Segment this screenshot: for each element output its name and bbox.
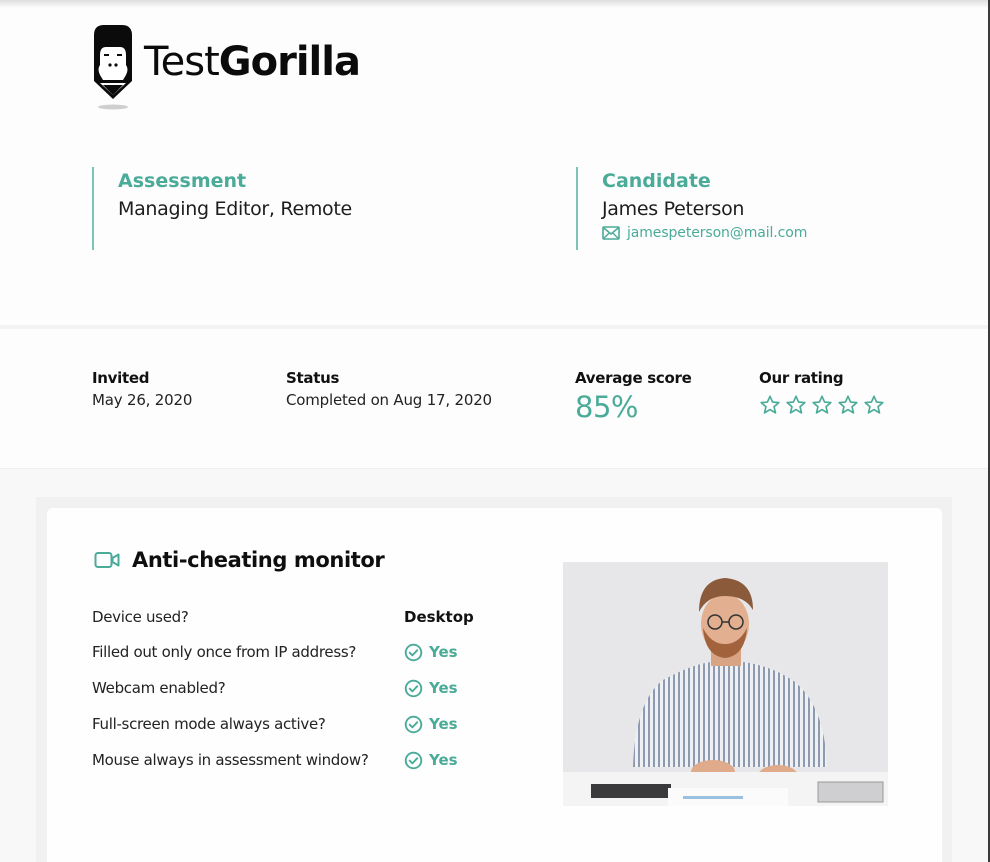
anti-cheating-list: Device used? Desktop Filled out only once … [92, 604, 512, 778]
average-score-value: 85% [575, 390, 638, 424]
brand-wordmark: TestGorilla [144, 39, 361, 85]
check-answer: Yes [404, 715, 458, 734]
star-icon[interactable] [863, 394, 885, 416]
rating-stat: Our rating [759, 368, 885, 416]
check-answer-text: Yes [429, 679, 458, 697]
star-icon[interactable] [837, 394, 859, 416]
candidate-label: Candidate [602, 170, 711, 192]
check-answer-text: Yes [429, 751, 458, 769]
check-circle-icon [404, 715, 423, 733]
star-icon[interactable] [811, 394, 833, 416]
anti-cheating-header: Anti-cheating monitor [94, 548, 385, 572]
candidate-name: James Peterson [602, 198, 745, 220]
candidate-block: Candidate James Peterson jamespeterson@m… [576, 167, 906, 250]
check-answer: Yes [404, 751, 458, 770]
check-circle-icon [404, 679, 423, 697]
assessment-block: Assessment Managing Editor, Remote [92, 167, 522, 250]
star-rating[interactable] [759, 394, 885, 416]
status-stat: Status Completed on Aug 17, 2020 [286, 368, 492, 412]
envelope-icon [602, 226, 620, 240]
check-circle-icon [404, 751, 423, 769]
check-answer-text: Yes [429, 715, 458, 733]
check-question: Device used? [92, 608, 189, 626]
check-answer: Yes [404, 643, 458, 662]
top-shadow [0, 0, 990, 8]
check-question: Webcam enabled? [92, 679, 226, 697]
anti-cheating-row: Full-screen mode always active? Yes [92, 706, 512, 742]
assessment-value: Managing Editor, Remote [118, 198, 352, 220]
check-answer: Desktop [404, 608, 474, 626]
invited-value: May 26, 2020 [92, 391, 193, 409]
star-icon[interactable] [759, 394, 781, 416]
brand-logo: TestGorilla [92, 25, 361, 111]
check-circle-icon [404, 643, 423, 661]
candidate-webcam-photo [563, 562, 888, 806]
video-camera-icon [94, 552, 120, 568]
status-value: Completed on Aug 17, 2020 [286, 391, 492, 409]
candidate-email-row[interactable]: jamespeterson@mail.com [602, 225, 906, 241]
check-answer-text: Desktop [404, 608, 474, 626]
anti-cheating-row: Filled out only once from IP address? Yes [92, 634, 512, 670]
brand-name-bold: Gorilla [218, 39, 361, 85]
anti-cheating-row: Webcam enabled? Yes [92, 670, 512, 706]
average-score-label: Average score [575, 369, 692, 387]
anti-cheating-row: Device used? Desktop [92, 604, 512, 630]
gorilla-logo-icon [94, 25, 132, 110]
invited-label: Invited [92, 369, 150, 387]
candidate-photo-illustration [563, 562, 888, 806]
anti-cheating-row: Mouse always in assessment window? Yes [92, 742, 512, 778]
assessment-label: Assessment [118, 170, 247, 192]
star-icon[interactable] [785, 394, 807, 416]
average-score-stat: Average score 85% [575, 368, 692, 425]
section-divider [0, 325, 988, 329]
check-answer-text: Yes [429, 643, 458, 661]
status-label: Status [286, 369, 340, 387]
check-question: Mouse always in assessment window? [92, 751, 369, 769]
check-question: Filled out only once from IP address? [92, 643, 357, 661]
rating-label: Our rating [759, 369, 844, 387]
check-question: Full-screen mode always active? [92, 715, 326, 733]
candidate-email-link[interactable]: jamespeterson@mail.com [627, 225, 807, 241]
check-answer: Yes [404, 679, 458, 698]
anti-cheating-title: Anti-cheating monitor [132, 548, 385, 572]
invited-stat: Invited May 26, 2020 [92, 368, 192, 412]
brand-name-light: Test [144, 39, 220, 85]
